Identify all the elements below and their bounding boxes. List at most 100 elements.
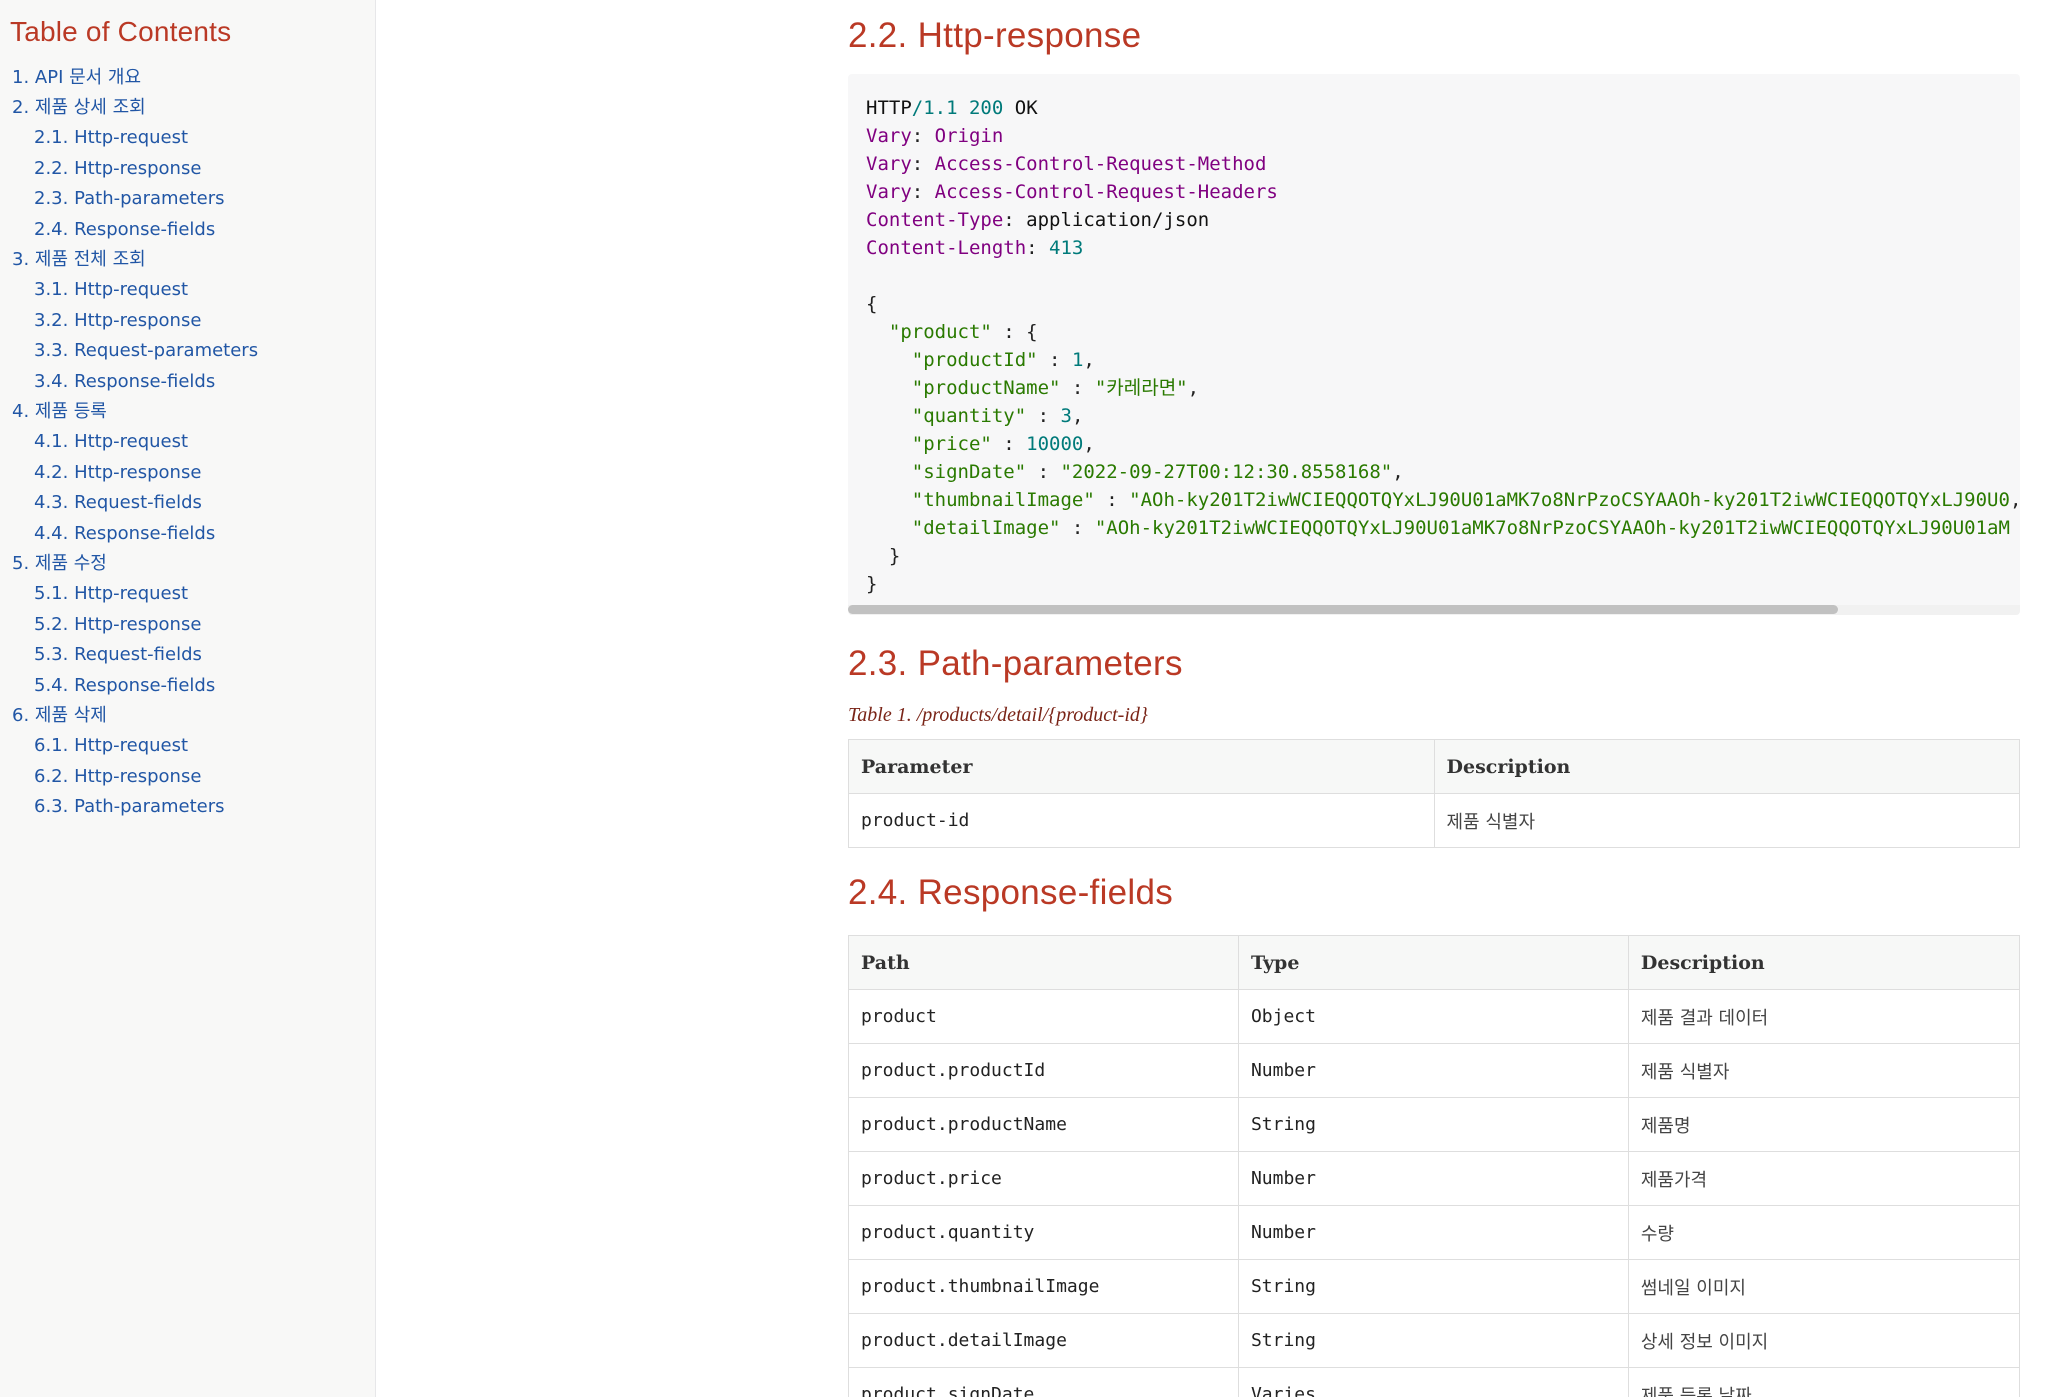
table-cell: Number <box>1237 1151 1629 1206</box>
table-row: product.quantity Number 수량 <box>848 1205 2021 1260</box>
column-header: Type <box>1237 935 1629 990</box>
toc-link[interactable]: 3.3. Request-parameters <box>10 336 375 367</box>
table-cell: product.detailImage <box>848 1313 1239 1368</box>
http-response-code-block: HTTP/1.1 200 OK Vary: Origin Vary: Acces… <box>848 74 2020 615</box>
table-row: product Object 제품 결과 데이터 <box>848 989 2021 1044</box>
table-cell: product.productName <box>848 1097 1239 1152</box>
toc-list: 1. API 문서 개요 2. 제품 상세 조회 2.1. Http-request… <box>10 63 375 823</box>
header-value: Access-Control-Request-Method <box>934 153 1267 175</box>
table-header-row: Path Type Description <box>848 935 2021 990</box>
table-cell: product.price <box>848 1151 1239 1206</box>
toc-link[interactable]: 6.3. Path-parameters <box>10 792 375 823</box>
toc-link[interactable]: 3.2. Http-response <box>10 306 375 337</box>
toc-link[interactable]: 2.2. Http-response <box>10 154 375 185</box>
section-title-response-fields: 2.4. Response-fields <box>848 873 1174 912</box>
toc-item: 3.1. Http-request <box>10 275 375 306</box>
toc-item: 3. 제품 전체 조회 <box>10 245 375 275</box>
toc-link[interactable]: 3.4. Response-fields <box>10 367 375 398</box>
table-row: product.productId Number 제품 식별자 <box>848 1043 2021 1098</box>
json-key: "productId" <box>911 349 1038 371</box>
toc-link[interactable]: 3.1. Http-request <box>10 275 375 306</box>
table-row: product-id 제품 식별자 <box>848 793 2020 848</box>
toc-link[interactable]: 5. 제품 수정 <box>10 549 375 579</box>
toc-item: 4.3. Request-fields <box>10 488 375 519</box>
toc-link[interactable]: 4.4. Response-fields <box>10 519 375 550</box>
json-value: 10000 <box>1026 433 1084 455</box>
header-value: Origin <box>934 125 1004 147</box>
header-name: Vary <box>866 125 912 147</box>
main-content: 2.2. Http-response HTTP/1.1 200 OK Vary:… <box>848 0 2053 1397</box>
toc-item: 2. 제품 상세 조회 <box>10 93 375 123</box>
header-value: Access-Control-Request-Headers <box>934 181 1278 203</box>
json-key: "productName" <box>911 377 1061 399</box>
table-cell: Number <box>1237 1205 1629 1260</box>
table-of-contents: Table of Contents 1. API 문서 개요 2. 제품 상세 조… <box>0 0 376 1397</box>
toc-item: 5.3. Request-fields <box>10 640 375 671</box>
toc-link[interactable]: 5.1. Http-request <box>10 579 375 610</box>
horizontal-scrollbar-thumb[interactable] <box>848 605 1838 614</box>
toc-item: 2.1. Http-request <box>10 123 375 154</box>
toc-link[interactable]: 2.1. Http-request <box>10 123 375 154</box>
toc-link[interactable]: 2.3. Path-parameters <box>10 184 375 215</box>
path-parameters-table: Parameter Description product-id 제품 식별자 <box>848 739 2020 848</box>
toc-link[interactable]: 5.4. Response-fields <box>10 671 375 702</box>
table-cell: product.thumbnailImage <box>848 1259 1239 1314</box>
toc-link[interactable]: 4.2. Http-response <box>10 458 375 489</box>
toc-link[interactable]: 6.2. Http-response <box>10 762 375 793</box>
toc-link[interactable]: 5.3. Request-fields <box>10 640 375 671</box>
header-value: application/json <box>1026 209 1210 231</box>
toc-item: 5.1. Http-request <box>10 579 375 610</box>
table-caption: Table 1. /products/detail/{product-id} <box>848 704 1148 726</box>
header-value: 413 <box>1049 237 1084 259</box>
table-cell: product.quantity <box>848 1205 1239 1260</box>
table-row: product.productName String 제품명 <box>848 1097 2021 1152</box>
table-row: product.thumbnailImage String 썸네일 이미지 <box>848 1259 2021 1314</box>
http-proto: HTTP <box>866 97 912 119</box>
toc-link[interactable]: 6. 제품 삭제 <box>10 701 375 731</box>
toc-link[interactable]: 5.2. Http-response <box>10 610 375 641</box>
column-header: Description <box>1433 739 2020 794</box>
toc-link[interactable]: 2.4. Response-fields <box>10 215 375 246</box>
table-cell: 수량 <box>1627 1205 2021 1260</box>
code-listing: HTTP/1.1 200 OK Vary: Origin Vary: Acces… <box>866 97 2020 595</box>
toc-item: 6.2. Http-response <box>10 762 375 793</box>
section-title-path-parameters: 2.3. Path-parameters <box>848 644 1183 683</box>
toc-link[interactable]: 1. API 문서 개요 <box>10 63 375 93</box>
toc-item: 3.4. Response-fields <box>10 367 375 398</box>
table-cell: 제품 결과 데이터 <box>1627 989 2021 1044</box>
table-cell: Object <box>1237 989 1629 1044</box>
table-row: product.signDate Varies 제품 등록 날짜 <box>848 1367 2021 1397</box>
json-key: "thumbnailImage" <box>911 489 1095 511</box>
column-header: Path <box>848 935 1239 990</box>
table-cell: String <box>1237 1313 1629 1368</box>
toc-item: 4.4. Response-fields <box>10 519 375 550</box>
json-value: "2022-09-27T00:12:30.8558168" <box>1060 461 1393 483</box>
toc-link[interactable]: 6.1. Http-request <box>10 731 375 762</box>
toc-item: 3.3. Request-parameters <box>10 336 375 367</box>
toc-link[interactable]: 3. 제품 전체 조회 <box>10 245 375 275</box>
json-key: "signDate" <box>911 461 1027 483</box>
toc-link[interactable]: 4.3. Request-fields <box>10 488 375 519</box>
http-version: /1.1 <box>911 97 958 119</box>
toc-item: 6.3. Path-parameters <box>10 792 375 823</box>
toc-title: Table of Contents <box>10 16 232 47</box>
toc-item: 2.4. Response-fields <box>10 215 375 246</box>
header-name: Content-Type <box>866 209 1004 231</box>
json-value: 3 <box>1060 405 1072 427</box>
table-cell: 썸네일 이미지 <box>1627 1259 2021 1314</box>
toc-link[interactable]: 4. 제품 등록 <box>10 397 375 427</box>
toc-item: 4.1. Http-request <box>10 427 375 458</box>
toc-item: 3.2. Http-response <box>10 306 375 337</box>
toc-item: 5.2. Http-response <box>10 610 375 641</box>
table-cell: String <box>1237 1259 1629 1314</box>
table-cell: product.signDate <box>848 1367 1239 1397</box>
toc-item: 2.2. Http-response <box>10 154 375 185</box>
table-cell: product.productId <box>848 1043 1239 1098</box>
toc-link[interactable]: 2. 제품 상세 조회 <box>10 93 375 123</box>
http-status-reason: OK <box>1014 97 1038 119</box>
toc-link[interactable]: 4.1. Http-request <box>10 427 375 458</box>
header-name: Vary <box>866 181 912 203</box>
table-cell: 제품 식별자 <box>1433 793 2020 848</box>
response-fields-table: Path Type Description product Object 제품 결과 데… <box>848 935 2021 1397</box>
table-row: product.detailImage String 상세 정보 이미지 <box>848 1313 2021 1368</box>
